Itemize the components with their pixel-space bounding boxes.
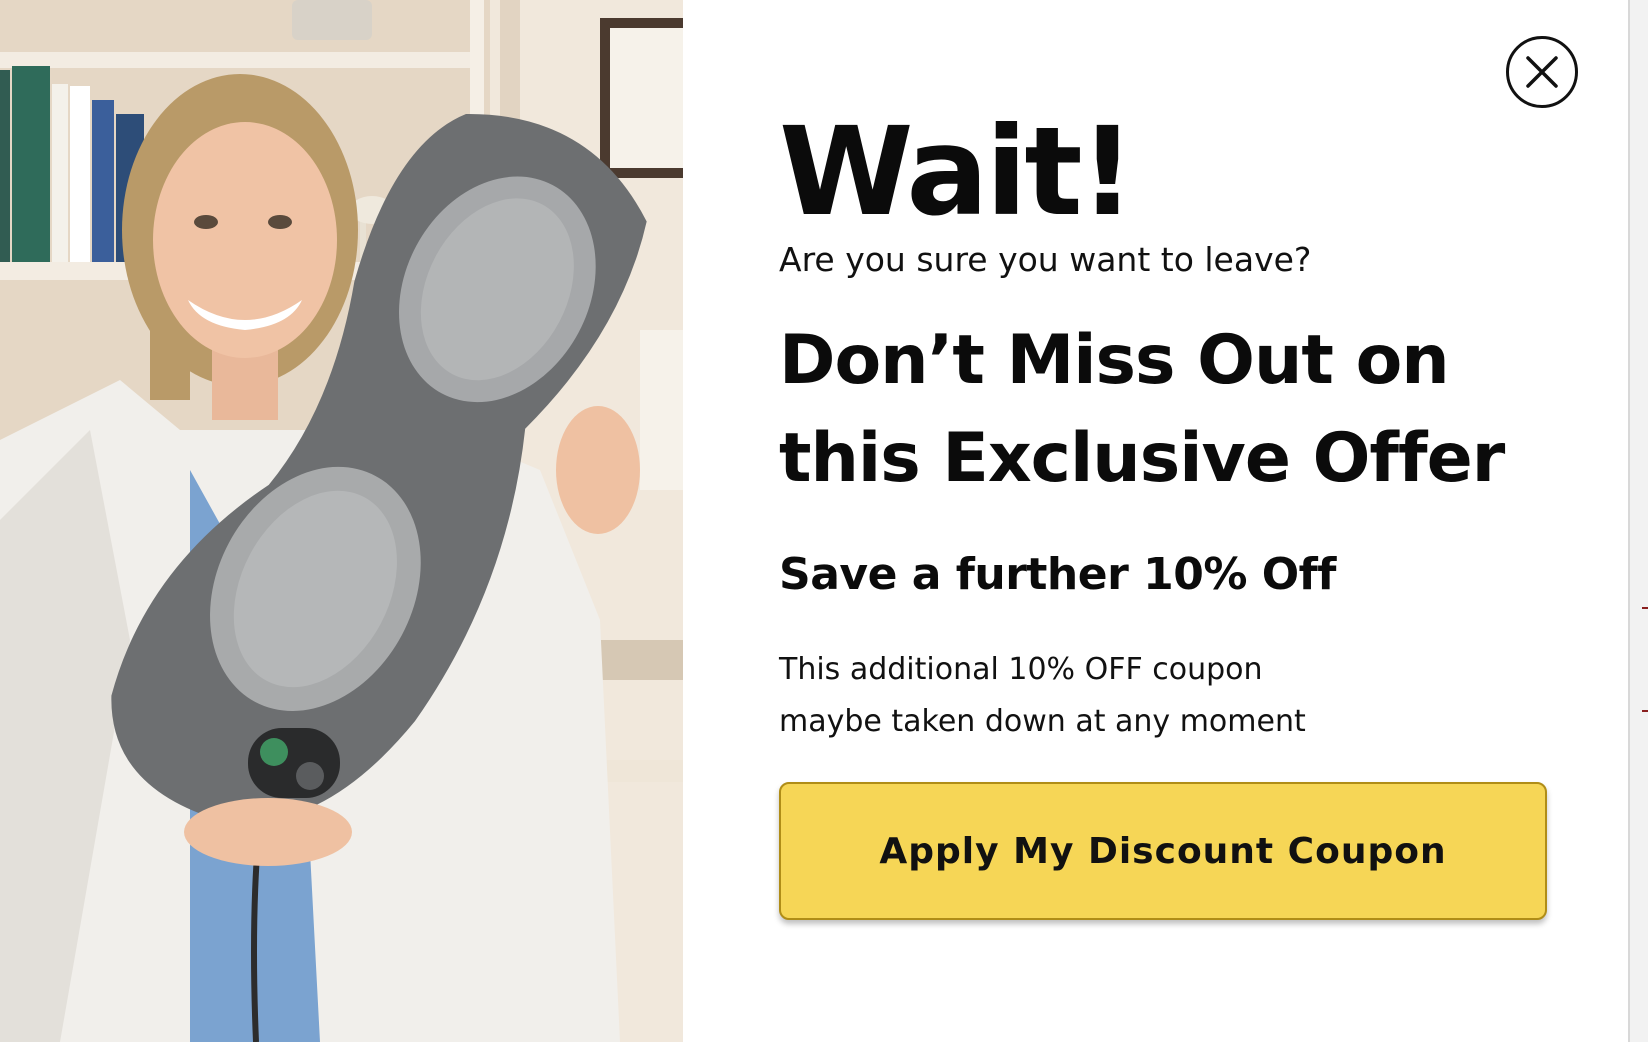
popup-subtitle: Are you sure you want to leave? <box>779 240 1312 279</box>
product-photo <box>0 0 683 1042</box>
coupon-note-line: This additional 10% OFF coupon <box>779 652 1263 687</box>
background-page-edge <box>1628 0 1648 1042</box>
discount-heading: Save a further 10% Off <box>779 549 1336 600</box>
doctor-with-massager-image <box>0 0 683 1042</box>
page: Wait! Are you sure you want to leave? Do… <box>0 0 1648 1042</box>
offer-headline: Don’t Miss Out on this Exclusive Offer <box>779 312 1559 508</box>
background-page-mark <box>1642 607 1648 609</box>
apply-coupon-button[interactable]: Apply My Discount Coupon <box>779 782 1547 920</box>
exit-intent-popup: Wait! Are you sure you want to leave? Do… <box>0 0 1628 1042</box>
coupon-note: This additional 10% OFF coupon maybe tak… <box>779 644 1306 748</box>
offer-headline-line: Don’t Miss Out on <box>779 321 1450 400</box>
coupon-note-line: maybe taken down at any moment <box>779 704 1306 739</box>
background-page-mark <box>1642 710 1648 712</box>
offer-headline-line: this Exclusive Offer <box>779 419 1505 498</box>
close-button[interactable] <box>1506 36 1578 108</box>
close-icon <box>1526 56 1558 88</box>
popup-title: Wait! <box>779 101 1135 243</box>
